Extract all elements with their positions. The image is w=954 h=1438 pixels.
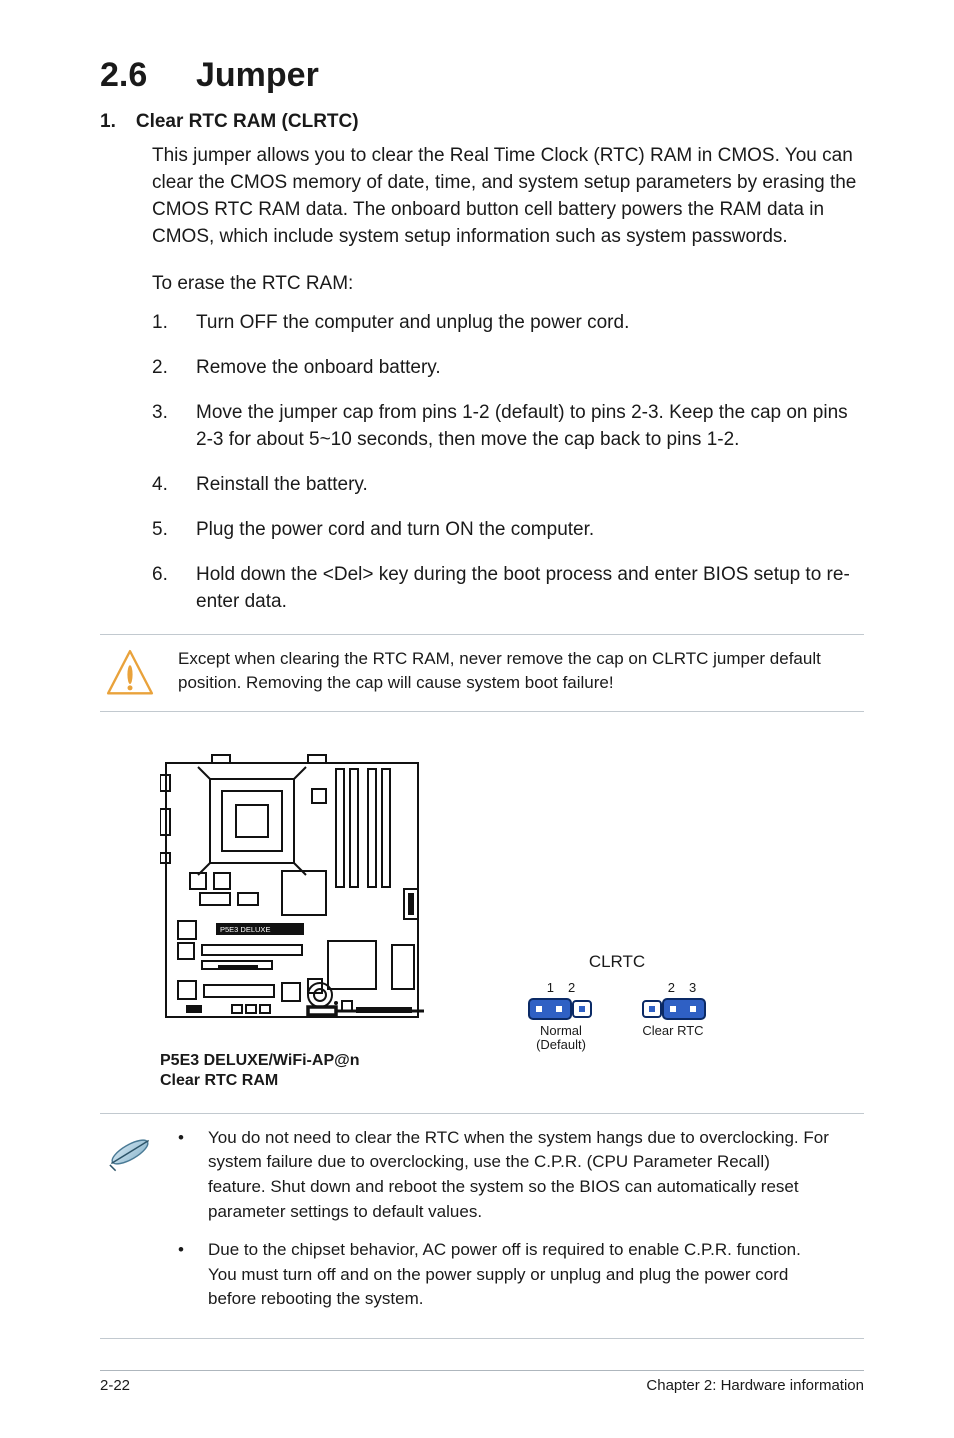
- step-item: 5. Plug the power cord and turn ON the co…: [152, 517, 864, 544]
- steps-list: 1. Turn OFF the computer and unplug the p…: [152, 310, 864, 616]
- note-icon: [104, 1126, 156, 1178]
- note-text: Due to the chipset behavior, AC power of…: [208, 1238, 832, 1312]
- step-number: 4.: [152, 472, 172, 499]
- step-number: 5.: [152, 517, 172, 544]
- pin-label: 3: [689, 980, 696, 995]
- note-item: •You do not need to clear the RTC when t…: [178, 1126, 832, 1225]
- page-footer: 2-22 Chapter 2: Hardware information: [100, 1370, 864, 1394]
- caution-text: Except when clearing the RTC RAM, never …: [178, 647, 832, 696]
- jumper-pins-icon: [528, 998, 594, 1020]
- diagram: P5E3 DELUXE: [100, 740, 864, 1091]
- jumper-clear: 23 Clear RTC: [640, 980, 706, 1053]
- intro-paragraph: This jumper allows you to clear the Real…: [152, 143, 864, 251]
- item-number: 1.: [100, 111, 116, 133]
- step-item: 1. Turn OFF the computer and unplug the p…: [152, 310, 864, 337]
- jumper-detail: CLRTC 12 Normal (Default): [528, 952, 706, 1053]
- note-item: • Due to the chipset behavior, AC power o…: [178, 1238, 832, 1312]
- step-text: Move the jumper cap from pins 1-2 (defau…: [196, 400, 864, 454]
- caution-icon: [104, 647, 156, 699]
- jumper-normal: 12 Normal (Default): [528, 980, 594, 1053]
- item-title: Clear RTC RAM (CLRTC): [136, 111, 359, 133]
- step-number: 3.: [152, 400, 172, 454]
- pin-label: 2: [568, 980, 575, 995]
- section-heading: 2.6Jumper: [100, 56, 864, 95]
- note-callout: •You do not need to clear the RTC when t…: [100, 1113, 864, 1339]
- note-text: You do not need to clear the RTC when th…: [208, 1126, 832, 1225]
- pin-label: 2: [668, 980, 675, 995]
- bullet-icon: •: [178, 1238, 186, 1312]
- pin-label: 1: [547, 980, 554, 995]
- chapter-label: Chapter 2: Hardware information: [646, 1377, 864, 1394]
- page: 2.6Jumper 1. Clear RTC RAM (CLRTC) This …: [0, 0, 954, 1438]
- step-number: 6.: [152, 562, 172, 616]
- erase-line: To erase the RTC RAM:: [152, 271, 864, 298]
- diagram-caption: P5E3 DELUXE/WiFi-AP@n Clear RTC RAM: [160, 1051, 424, 1091]
- step-item: 2. Remove the onboard battery.: [152, 355, 864, 382]
- step-text: Remove the onboard battery.: [196, 355, 441, 382]
- jumper-title: CLRTC: [528, 952, 706, 972]
- notes-text: •You do not need to clear the RTC when t…: [178, 1126, 832, 1326]
- board-label: P5E3 DELUXE: [220, 925, 270, 934]
- step-text: Turn OFF the computer and unplug the pow…: [196, 310, 629, 337]
- jumper-pins-icon: [640, 998, 706, 1020]
- step-text: Plug the power cord and turn ON the comp…: [196, 517, 594, 544]
- bullet-icon: •: [178, 1126, 186, 1225]
- step-item: 6. Hold down the <Del> key during the boo…: [152, 562, 864, 616]
- step-number: 2.: [152, 355, 172, 382]
- step-text: Hold down the <Del> key during the boot …: [196, 562, 864, 616]
- step-text: Reinstall the battery.: [196, 472, 368, 499]
- jumper-sublabel: (Default): [536, 1037, 586, 1052]
- page-number: 2-22: [100, 1377, 130, 1394]
- motherboard-icon: P5E3 DELUXE: [160, 740, 424, 1040]
- jumper-label: Normal: [540, 1023, 582, 1038]
- jumper-label: Clear RTC: [642, 1023, 703, 1038]
- board-diagram: P5E3 DELUXE: [160, 740, 424, 1091]
- item-heading: 1. Clear RTC RAM (CLRTC): [100, 111, 864, 133]
- section-number: 2.6: [100, 56, 196, 95]
- caption-line-1: P5E3 DELUXE/WiFi-AP@n: [160, 1052, 359, 1069]
- section-title: Jumper: [196, 56, 319, 94]
- body: This jumper allows you to clear the Real…: [100, 143, 864, 616]
- step-item: 4. Reinstall the battery.: [152, 472, 864, 499]
- step-number: 1.: [152, 310, 172, 337]
- caption-line-2: Clear RTC RAM: [160, 1072, 278, 1089]
- step-item: 3. Move the jumper cap from pins 1-2 (def…: [152, 400, 864, 454]
- caution-callout: Except when clearing the RTC RAM, never …: [100, 634, 864, 712]
